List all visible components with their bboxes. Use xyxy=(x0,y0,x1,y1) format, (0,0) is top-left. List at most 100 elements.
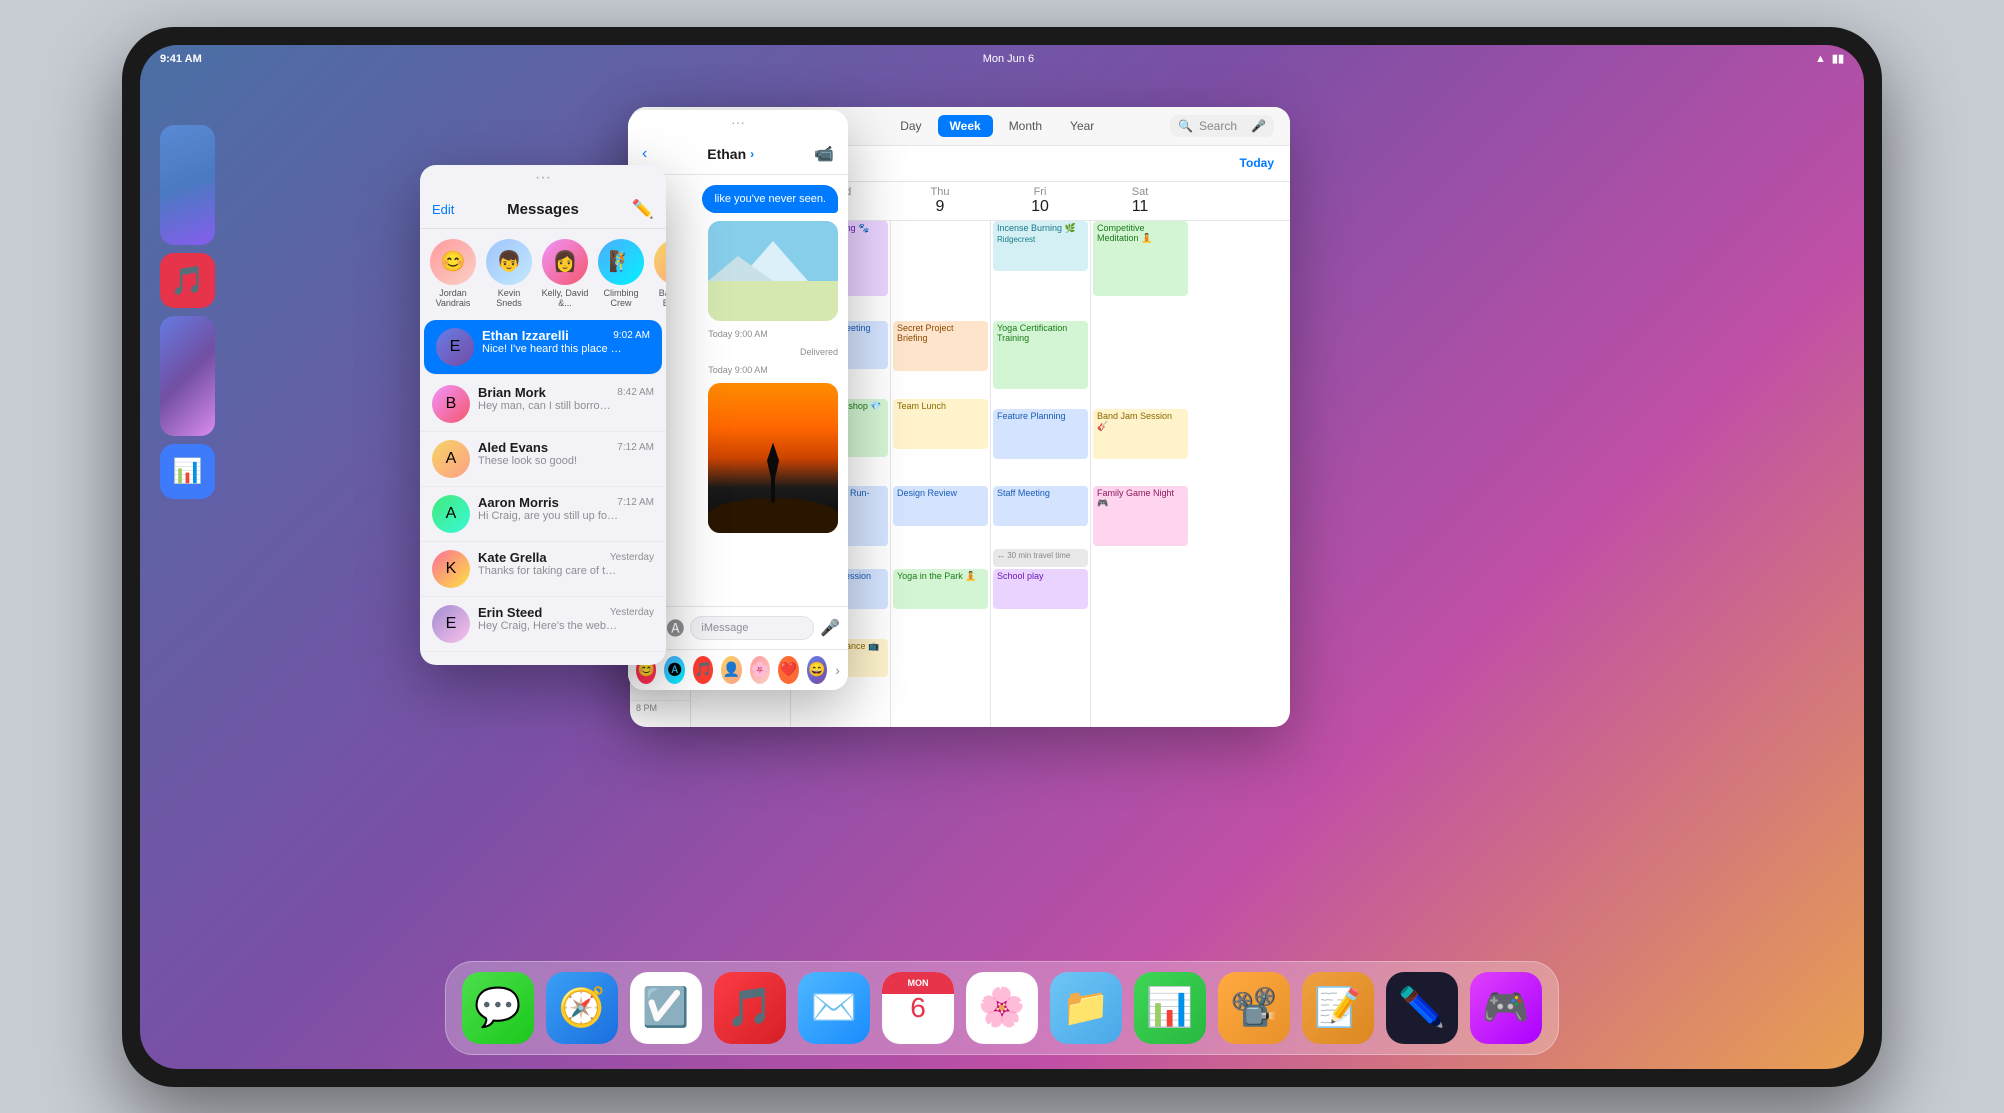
tab-month[interactable]: Month xyxy=(997,115,1054,137)
tab-day[interactable]: Day xyxy=(888,115,933,137)
avatar-icon[interactable]: 👤 xyxy=(721,656,741,684)
avatar-brian: B xyxy=(432,385,470,423)
conversation-ethan[interactable]: E Ethan Izzarelli 9:02 AM Nice! I've hea… xyxy=(424,320,662,375)
conversation-kate-top: Kate Grella Yesterday xyxy=(478,550,654,565)
dock-keynote[interactable]: 📽️ xyxy=(1218,972,1290,1044)
heart-icon[interactable]: ❤️ xyxy=(778,656,798,684)
conversation-erin[interactable]: E Erin Steed Yesterday Hey Craig, Here's… xyxy=(420,597,666,652)
pages-icon: 📝 xyxy=(1314,986,1361,1030)
conversation-kate-content: Kate Grella Yesterday Thanks for taking … xyxy=(478,550,654,577)
calendar-dock-day-label: MON xyxy=(882,972,954,994)
search-icon: 🔍 xyxy=(1178,119,1193,133)
event-team-lunch[interactable]: Team Lunch xyxy=(893,399,988,449)
contact-jordan[interactable]: 😊 Jordan Vandrais xyxy=(428,239,478,308)
event-competitive-meditation[interactable]: Competitive Meditation 🧘 xyxy=(1093,221,1188,296)
numbers-sidebar[interactable]: 📊 xyxy=(160,444,215,499)
messages-window: ··· Edit Messages ✏️ 😊 Jordan Vandrais 👦… xyxy=(420,165,666,665)
conversation-erin-top: Erin Steed Yesterday xyxy=(478,605,654,620)
photos-widget xyxy=(160,316,215,436)
conversation-brian-name: Brian Mork xyxy=(478,385,546,400)
dock-arcade[interactable]: 🎮 xyxy=(1470,972,1542,1044)
event-school-play[interactable]: School play xyxy=(993,569,1088,609)
avatar-kate: K xyxy=(432,550,470,588)
search-placeholder: Search xyxy=(1199,119,1237,133)
microphone-icon[interactable]: 🎤 xyxy=(820,618,840,638)
messages-edit-button[interactable]: Edit xyxy=(432,202,454,217)
mail-icon: ✉️ xyxy=(810,986,857,1030)
conversation-ethan-content: Ethan Izzarelli 9:02 AM Nice! I've heard… xyxy=(482,328,650,355)
music-app-icon[interactable]: 🎵 xyxy=(693,656,713,684)
dock-safari[interactable]: 🧭 xyxy=(546,972,618,1044)
day-header-sat: Sat 11 xyxy=(1090,182,1190,220)
conversation-ethan-name: Ethan Izzarelli xyxy=(482,328,569,343)
tab-week[interactable]: Week xyxy=(938,115,993,137)
conversation-aaron-time: 7:12 AM xyxy=(617,497,654,508)
dock-photos[interactable]: 🌸 xyxy=(966,972,1038,1044)
conversation-brian-top: Brian Mork 8:42 AM xyxy=(478,385,654,400)
chat-back-button[interactable]: ‹ xyxy=(642,145,647,163)
wifi-icon: ▲ xyxy=(1815,53,1826,65)
event-family-game-night[interactable]: Family Game Night 🎮 xyxy=(1093,486,1188,546)
conversation-brian-time: 8:42 AM xyxy=(617,387,654,398)
chat-image-mountain xyxy=(708,221,838,321)
dock-pencil[interactable]: ✏️ xyxy=(1386,972,1458,1044)
event-design-review[interactable]: Design Review xyxy=(893,486,988,526)
sidebar-widgets: 🎵 📊 xyxy=(160,125,215,499)
contact-kelly[interactable]: 👩 Kelly, David &... xyxy=(540,239,590,308)
appstore-small-icon[interactable]: 🅐 xyxy=(664,656,684,684)
emoji-icon[interactable]: 😄 xyxy=(807,656,827,684)
conversation-aaron-preview: Hi Craig, are you still up for doing tha… xyxy=(478,510,618,522)
music-dock-icon[interactable]: 🎵 xyxy=(160,253,215,308)
chat-drag-handle: ··· xyxy=(628,110,848,134)
tab-year[interactable]: Year xyxy=(1058,115,1106,137)
dock-mail[interactable]: ✉️ xyxy=(798,972,870,1044)
event-yoga-cert[interactable]: Yoga Certification Training xyxy=(993,321,1088,389)
contact-climbing[interactable]: 🧗 Climbing Crew xyxy=(596,239,646,308)
calendar-today-button[interactable]: Today xyxy=(1240,156,1274,170)
chat-timestamp-1: Today 9:00 AM xyxy=(638,329,838,339)
chat-input-box[interactable]: iMessage xyxy=(690,616,814,640)
messages-compose-icon[interactable]: ✏️ xyxy=(632,199,654,220)
sticker-icon[interactable]: 🌸 xyxy=(750,656,770,684)
keynote-icon: 📽️ xyxy=(1230,986,1277,1030)
chat-image-desert xyxy=(708,383,838,533)
chat-title: Ethan › xyxy=(707,146,754,162)
appstore-icon[interactable]: 🅐 xyxy=(666,615,684,641)
conversation-kate[interactable]: K Kate Grella Yesterday Thanks for takin… xyxy=(420,542,666,597)
dock-files[interactable]: 📁 xyxy=(1050,972,1122,1044)
dock-music[interactable]: 🎵 xyxy=(714,972,786,1044)
arcade-icon: 🎮 xyxy=(1482,986,1529,1030)
conversation-aled[interactable]: A Aled Evans 7:12 AM These look so good! xyxy=(420,432,666,487)
dock-calendar[interactable]: MON 6 xyxy=(882,972,954,1044)
desert-ground xyxy=(708,498,838,533)
dock-reminders[interactable]: ☑️ xyxy=(630,972,702,1044)
calendar-dock-date-num: 6 xyxy=(910,992,926,1024)
conversation-aaron[interactable]: A Aaron Morris 7:12 AM Hi Craig, are you… xyxy=(420,487,666,542)
event-staff-meeting[interactable]: Staff Meeting xyxy=(993,486,1088,526)
avatar-erin: E xyxy=(432,605,470,643)
status-right-icons: ▲ ▮▮ xyxy=(1815,52,1844,65)
event-incense[interactable]: Incense Burning 🌿 Ridgecrest xyxy=(993,221,1088,271)
event-secret-project[interactable]: Secret Project Briefing xyxy=(893,321,988,371)
calendar-search[interactable]: 🔍 Search 🎤 xyxy=(1170,115,1274,137)
event-feature-planning[interactable]: Feature Planning xyxy=(993,409,1088,459)
conversation-brian[interactable]: B Brian Mork 8:42 AM Hey man, can I stil… xyxy=(420,377,666,432)
conversation-kate-preview: Thanks for taking care of this for me. R… xyxy=(478,565,618,577)
event-band-jam[interactable]: Band Jam Session 🎸 xyxy=(1093,409,1188,459)
pencil-icon: ✏️ xyxy=(1398,986,1445,1030)
conversation-erin-content: Erin Steed Yesterday Hey Craig, Here's t… xyxy=(478,605,654,632)
dock-pages[interactable]: 📝 xyxy=(1302,972,1374,1044)
day-num-sat: 11 xyxy=(1096,198,1184,216)
contact-bayarea[interactable]: ⛺ Bay Area Budd... xyxy=(652,239,666,308)
chat-video-icon[interactable]: 📹 xyxy=(814,144,834,164)
status-time: 9:41 AM xyxy=(160,53,202,65)
dock-messages[interactable]: 💬 xyxy=(462,972,534,1044)
day-label-thu: Thu xyxy=(931,186,950,198)
safari-icon: 🧭 xyxy=(558,986,605,1030)
conversation-kate-time: Yesterday xyxy=(610,552,654,563)
chevron-right-icon[interactable]: › xyxy=(835,662,840,678)
contact-kevin[interactable]: 👦 Kevin Sneds xyxy=(484,239,534,308)
mountain-scene xyxy=(708,221,838,321)
dock-numbers[interactable]: 📊 xyxy=(1134,972,1206,1044)
event-yoga-park[interactable]: Yoga in the Park 🧘 xyxy=(893,569,988,609)
